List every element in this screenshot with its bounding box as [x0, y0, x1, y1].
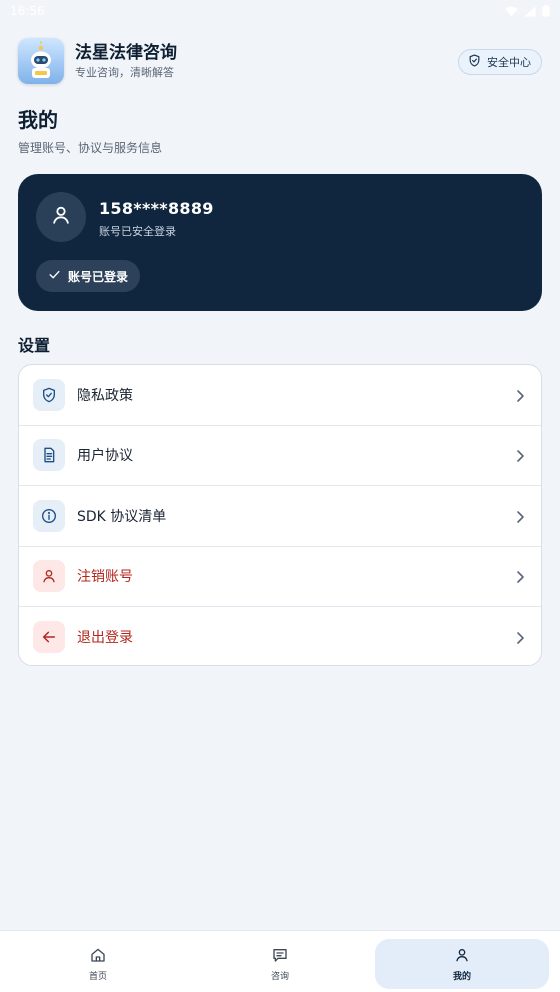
status-icons [505, 5, 550, 17]
settings-item-user-agreement[interactable]: 用户协议 [19, 426, 541, 486]
check-icon [48, 268, 61, 284]
login-status-chip: 账号已登录 [36, 260, 141, 292]
app-logo [18, 38, 64, 84]
settings-item-privacy-policy[interactable]: 隐私政策 [19, 365, 541, 426]
nav-label-mine: 我的 [452, 971, 471, 982]
nav-label-consult: 咨询 [270, 971, 289, 982]
account-status: 账号已安全登录 [99, 225, 176, 238]
nav-label-home: 首页 [88, 971, 107, 982]
app-tagline: 专业咨询，清晰解答 [75, 65, 174, 79]
app-header: 法星法律咨询 专业咨询，清晰解答 安全中心 [18, 38, 542, 84]
login-chip-label: 账号已登录 [68, 269, 129, 284]
account-phone: 158****8889 [99, 199, 214, 218]
arrow-left-icon [33, 621, 65, 654]
settings-item-logout[interactable]: 退出登录 [19, 607, 541, 665]
user-icon [50, 204, 72, 230]
chat-icon [272, 947, 288, 966]
status-bar: 16:56 [0, 0, 560, 22]
wifi-icon [505, 6, 518, 17]
settings-item-sdk-list[interactable]: SDK 协议清单 [19, 486, 541, 547]
chevron-right-icon [515, 630, 525, 649]
settings-item-label: 隐私政策 [77, 387, 133, 404]
nav-tab-home[interactable]: 首页 [11, 939, 185, 989]
info-icon [33, 499, 65, 532]
signal-icon [524, 6, 536, 17]
chevron-right-icon [515, 569, 525, 588]
settings-list: 隐私政策 用户协议 SDK 协议清单 注销账号 退出登录 [18, 364, 542, 666]
shield-icon [33, 378, 65, 411]
app-title: 法星法律咨询 [75, 42, 177, 63]
page-title: 我的 [18, 108, 58, 132]
settings-item-label: 退出登录 [77, 630, 133, 647]
settings-item-label: 注销账号 [77, 569, 133, 586]
settings-item-label: 用户协议 [77, 448, 133, 465]
chevron-right-icon [515, 509, 525, 528]
chevron-right-icon [515, 388, 525, 407]
settings-item-label: SDK 协议清单 [77, 508, 167, 525]
battery-icon [542, 5, 550, 17]
user-icon [33, 560, 65, 593]
settings-item-delete-account[interactable]: 注销账号 [19, 547, 541, 607]
nav-tab-mine[interactable]: 我的 [375, 939, 549, 989]
app-title-block: 法星法律咨询 专业咨询，清晰解答 [75, 42, 177, 81]
avatar [36, 192, 86, 242]
status-time: 16:56 [10, 4, 45, 18]
user-icon [454, 947, 470, 966]
security-center-label: 安全中心 [487, 56, 531, 69]
account-card: 158****8889 账号已安全登录 账号已登录 [18, 174, 542, 311]
home-icon [90, 947, 106, 966]
nav-tab-consult[interactable]: 咨询 [193, 939, 367, 989]
page-subtitle: 管理账号、协议与服务信息 [18, 141, 163, 155]
settings-title: 设置 [18, 336, 51, 355]
document-icon [33, 439, 65, 472]
shield-icon [468, 54, 481, 70]
bottom-nav: 首页 咨询 我的 [0, 930, 560, 992]
chevron-right-icon [515, 448, 525, 467]
security-center-button[interactable]: 安全中心 [458, 49, 542, 75]
